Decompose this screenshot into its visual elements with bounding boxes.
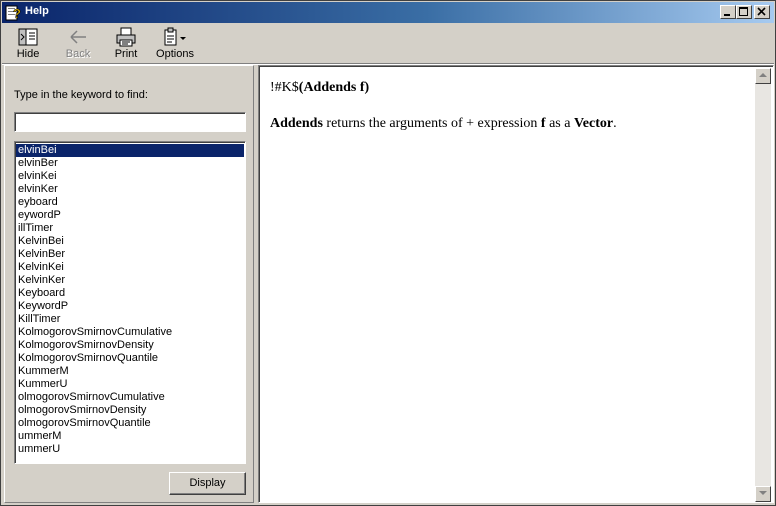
help-app-icon: ? — [5, 4, 22, 21]
back-button[interactable]: Back — [58, 25, 98, 61]
print-label: Print — [114, 48, 138, 60]
close-button[interactable] — [754, 5, 770, 19]
keyword-list-item[interactable]: KillTimer — [15, 313, 245, 326]
keyword-list-item[interactable]: eyboard — [15, 196, 245, 209]
window-title: Help — [25, 5, 49, 17]
options-icon — [164, 27, 186, 46]
keyword-list-item[interactable]: olmogorovSmirnovQuantile — [15, 417, 245, 430]
keyword-list-item[interactable]: KelvinBer — [15, 248, 245, 261]
keyword-list[interactable]: elvinBei elvinBer elvinKei elvinKer eyboard e… — [14, 141, 246, 464]
keyword-list-item[interactable]: KelvinKer — [15, 274, 245, 287]
hide-button[interactable]: Hide — [8, 25, 48, 61]
keyword-list-item[interactable]: elvinKer — [15, 183, 245, 196]
keyword-list-item[interactable]: olmogorovSmirnovCumulative — [15, 391, 245, 404]
topic-content: !#K$(Addends f) Addends returns the argu… — [270, 80, 750, 132]
print-button[interactable]: Print — [106, 25, 146, 61]
topic-text-3: . — [613, 116, 617, 131]
keyword-list-item[interactable]: KeywordP — [15, 300, 245, 313]
back-arrow-icon — [70, 30, 86, 44]
keyword-label: Type in the keyword to find: — [14, 89, 148, 101]
maximize-icon — [739, 7, 748, 16]
close-icon — [757, 7, 766, 16]
topic-heading-prefix: !#K$ — [270, 80, 299, 95]
topic-pane: !#K$(Addends f) Addends returns the argu… — [258, 65, 774, 503]
keyword-list-item[interactable]: illTimer — [15, 222, 245, 235]
keyword-list-items: elvinBei elvinBer elvinKei elvinKer eyboard e… — [15, 142, 245, 456]
maximize-button[interactable] — [736, 5, 752, 19]
index-pane: Type in the keyword to find: elvinBei elv… — [4, 65, 254, 503]
topic-text-2: as a — [545, 116, 574, 131]
hide-pane-icon — [18, 28, 38, 46]
display-button[interactable]: Display — [169, 472, 246, 495]
keyword-list-item[interactable]: KelvinKei — [15, 261, 245, 274]
keyword-list-item[interactable]: KolmogorovSmirnovQuantile — [15, 352, 245, 365]
keyword-list-item[interactable]: olmogorovSmirnovDensity — [15, 404, 245, 417]
keyword-list-item[interactable]: KolmogorovSmirnovCumulative — [15, 326, 245, 339]
toolbar: Hide Back Print Options — [2, 23, 774, 63]
scroll-down-button[interactable] — [755, 486, 771, 502]
minimize-button[interactable] — [720, 5, 736, 19]
options-label: Options — [156, 48, 194, 60]
scroll-down-icon — [759, 491, 767, 495]
svg-text:?: ? — [13, 6, 21, 21]
printer-icon — [116, 27, 136, 47]
keyword-list-item[interactable]: eywordP — [15, 209, 245, 222]
topic-heading: !#K$(Addends f) — [270, 80, 750, 96]
keyword-list-item[interactable]: elvinBer — [15, 157, 245, 170]
keyword-list-item[interactable]: KolmogorovSmirnovDensity — [15, 339, 245, 352]
scroll-up-button[interactable] — [755, 68, 771, 84]
keyword-list-item[interactable]: elvinKei — [15, 170, 245, 183]
keyword-list-item[interactable]: Keyboard — [15, 287, 245, 300]
scroll-up-icon — [759, 73, 767, 77]
topic-text-1: returns the arguments of + expression — [322, 116, 541, 131]
minimize-icon — [724, 14, 730, 16]
topic-type: Vector — [573, 116, 614, 131]
keyword-list-item[interactable]: KelvinBei — [15, 235, 245, 248]
options-button[interactable]: Options — [155, 25, 195, 61]
hide-label: Hide — [16, 48, 40, 60]
title-bar[interactable]: ? Help — [2, 2, 774, 23]
keyword-list-item[interactable]: KummerM — [15, 365, 245, 378]
topic-heading-title: (Addends f) — [298, 80, 370, 95]
keyword-list-item[interactable]: KummerU — [15, 378, 245, 391]
keyword-list-item[interactable]: ummerM — [15, 430, 245, 443]
keyword-list-item[interactable]: ummerU — [15, 443, 245, 456]
topic-body: Addends returns the arguments of + expre… — [270, 116, 750, 132]
topic-term: Addends — [270, 116, 323, 131]
help-window: ? Help Hide Back Print Options Type in t… — [0, 0, 776, 506]
back-label: Back — [65, 48, 91, 60]
keyword-input[interactable] — [14, 112, 246, 132]
vertical-scrollbar[interactable] — [755, 68, 771, 502]
keyword-list-item[interactable]: elvinBei — [16, 144, 244, 157]
